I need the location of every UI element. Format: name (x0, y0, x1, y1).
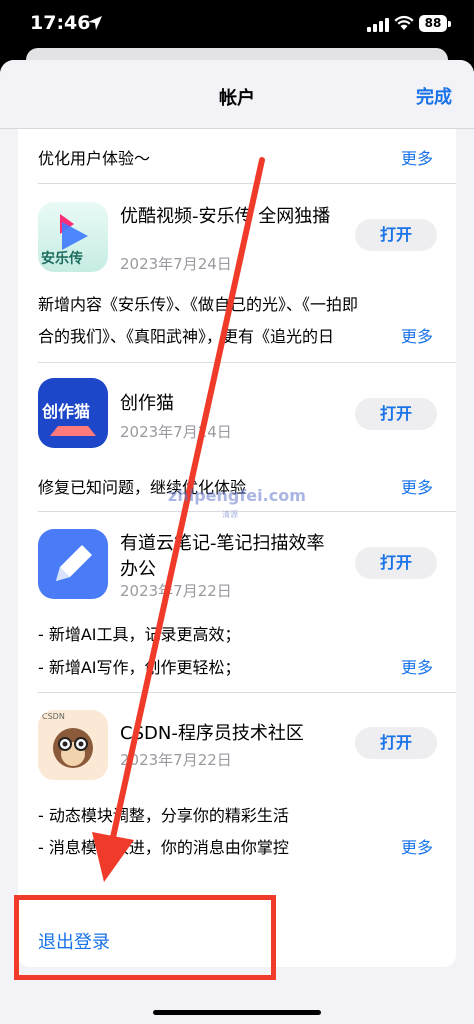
done-button[interactable]: 完成 (416, 83, 452, 109)
release-note: 合的我们》、《真阳武神》，更有《追光的日 (38, 327, 335, 346)
divider (38, 362, 456, 363)
account-sheet: 帐户 完成 优化用户体验～ 更多 安乐传 优酷视频-安乐传 全网独播 2023年… (0, 60, 474, 1024)
youku-more-link[interactable]: 更多 (401, 323, 433, 347)
status-time: 17:46 (30, 12, 91, 34)
home-indicator (153, 1010, 321, 1015)
app-date-youdao: 2023年7月22日 (120, 582, 232, 600)
release-note: - 新增AI写作，创作更轻松； (38, 658, 241, 677)
divider (38, 183, 456, 184)
page-title: 帐户 (219, 88, 255, 109)
app-name-youdao: 有道云笔记-笔记扫描效率办公 (120, 533, 325, 580)
app-date-csdn: 2023年7月22日 (120, 751, 232, 769)
battery-cap (448, 21, 451, 27)
app-name-chuangzuomao: 创作猫 (120, 393, 174, 414)
open-button-csdn[interactable]: 打开 (355, 727, 437, 759)
open-button-chuangzuomao[interactable]: 打开 (355, 398, 437, 430)
csdn-app-icon[interactable]: CSDN (38, 710, 108, 780)
highlight-box-annotation (14, 895, 276, 980)
app-date-youku: 2023年7月24日 (120, 255, 232, 273)
app-name-youku: 优酷视频-安乐传 全网独播 (120, 206, 331, 227)
watermark-sub: 清源 (222, 510, 238, 519)
app-name-csdn: CSDN-程序员技术社区 (120, 723, 304, 744)
release-note: 新增内容《安乐传》、《做自己的光》、《一拍即 (38, 295, 359, 314)
release-note: - 动态模块调整，分享你的精彩生活 (38, 806, 289, 825)
watermark: zhipengfei.com (168, 486, 306, 505)
app-date-chuangzuomao: 2023年7月24日 (120, 423, 232, 441)
open-button-youku[interactable]: 打开 (355, 219, 437, 251)
youdao-more-link[interactable]: 更多 (401, 654, 433, 678)
youku-app-icon[interactable]: 安乐传 (38, 202, 108, 272)
release-note: - 新增AI工具，记录更高效； (38, 625, 241, 644)
chuangzuomao-app-icon[interactable]: 创作猫 (38, 378, 108, 448)
youdao-note-app-icon[interactable] (38, 529, 108, 599)
open-button-youdao[interactable]: 打开 (355, 547, 437, 579)
intro-more-link[interactable]: 更多 (401, 145, 433, 169)
intro-text: 优化用户体验～ (38, 149, 151, 168)
chuangzuomao-more-link[interactable]: 更多 (401, 474, 433, 498)
youku-icon-text: 安乐传 (41, 251, 83, 267)
battery-icon: 88 (419, 15, 447, 32)
divider (38, 692, 456, 693)
nav-bar: 帐户 完成 (0, 60, 474, 129)
location-arrow-icon (88, 16, 102, 30)
divider (38, 511, 456, 512)
release-note: - 消息模块改进，你的消息由你掌控 (38, 838, 289, 857)
status-bar: 17:46 88 (0, 0, 474, 50)
wifi-icon (394, 15, 414, 30)
updates-card: 优化用户体验～ 更多 安乐传 优酷视频-安乐传 全网独播 2023年7月24日 … (18, 129, 456, 931)
cellular-signal-icon (367, 18, 389, 32)
csdn-more-link[interactable]: 更多 (401, 834, 433, 858)
